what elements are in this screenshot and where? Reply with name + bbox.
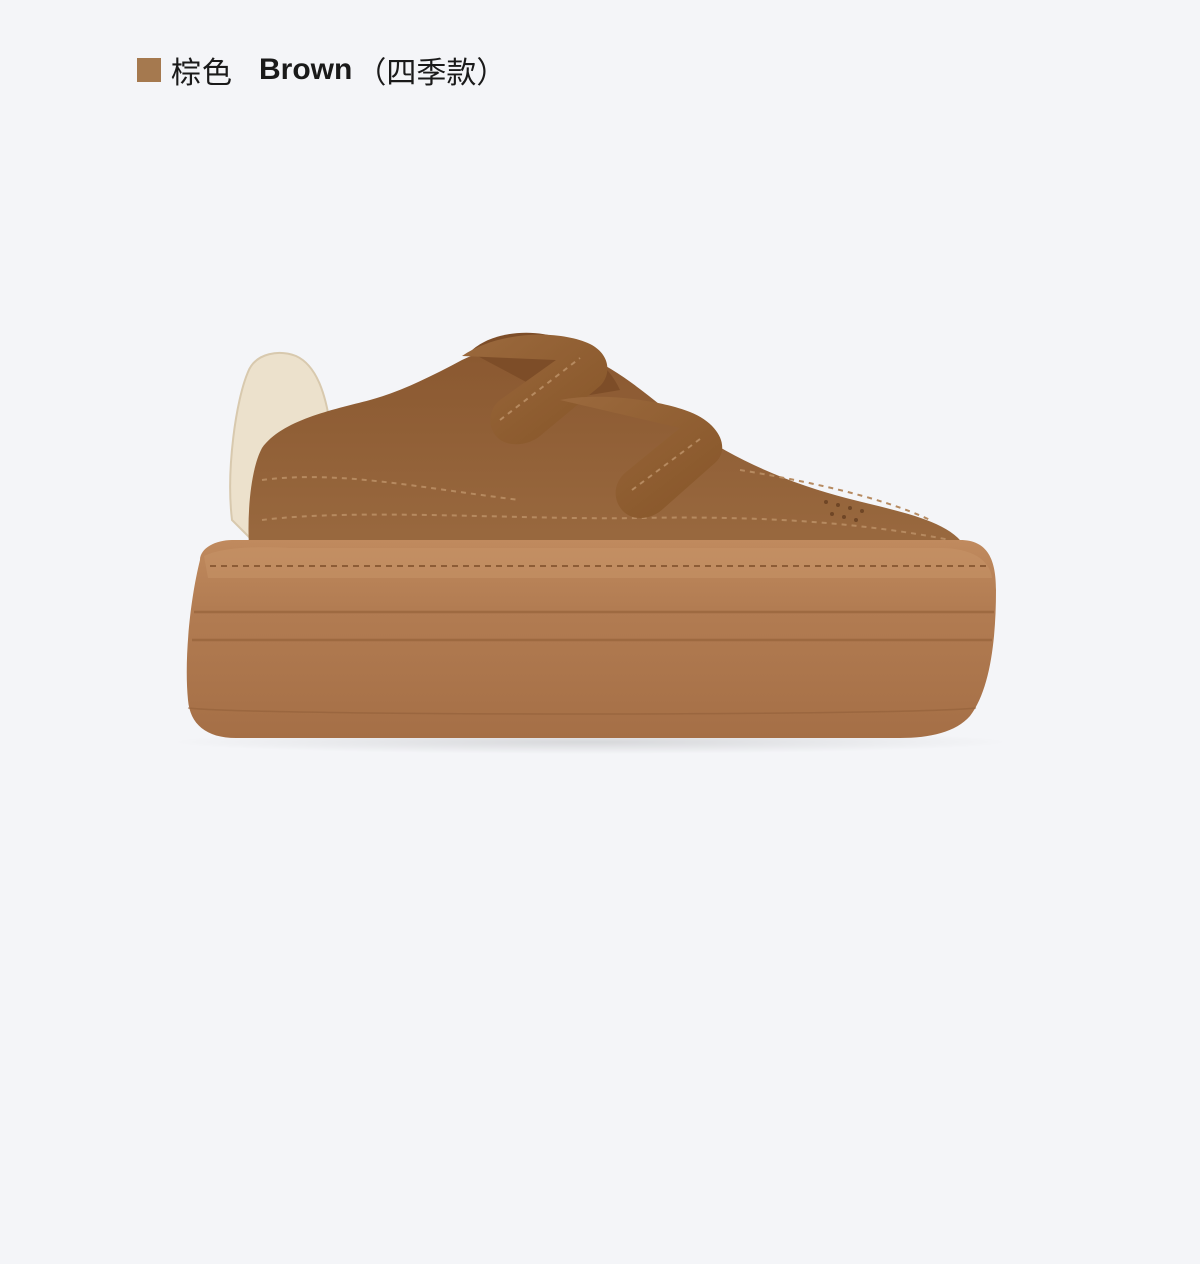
sole-top-band bbox=[204, 547, 992, 578]
product-image bbox=[170, 332, 1010, 754]
